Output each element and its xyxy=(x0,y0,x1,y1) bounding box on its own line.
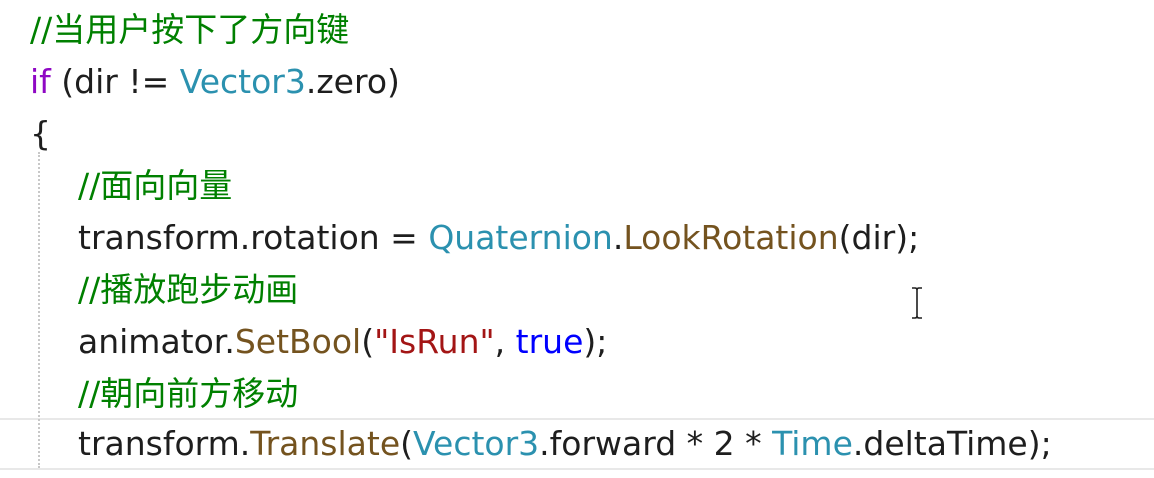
code-text: transform.rotation = xyxy=(78,218,429,257)
method-name: SetBool xyxy=(234,322,362,361)
code-text: (dir != xyxy=(50,62,180,101)
code-line-2[interactable]: if (dir != Vector3.zero) xyxy=(30,56,400,108)
code-text: ( xyxy=(361,322,375,361)
code-text: . xyxy=(612,218,624,257)
code-text: transform. xyxy=(78,424,251,463)
code-text: , xyxy=(494,322,516,361)
comment: //当用户按下了方向键 xyxy=(30,10,350,49)
type-name: Quaternion xyxy=(428,218,613,257)
type-name: Time xyxy=(772,424,853,463)
text-cursor-ibeam-icon xyxy=(912,287,922,319)
keyword-if: if xyxy=(30,62,51,101)
code-line-8[interactable]: //朝向前方移动 xyxy=(78,368,298,420)
code-text: animator. xyxy=(78,322,235,361)
code-line-9[interactable]: transform.Translate(Vector3.forward * 2 … xyxy=(78,418,1052,470)
code-line-4[interactable]: //面向向量 xyxy=(78,160,232,212)
code-line-3[interactable]: { xyxy=(30,108,51,160)
code-text: ( xyxy=(400,424,413,463)
comment: //面向向量 xyxy=(78,166,233,205)
code-text: (dir); xyxy=(838,218,920,257)
code-line-1[interactable]: //当用户按下了方向键 xyxy=(30,4,349,56)
code-line-6[interactable]: //播放跑步动画 xyxy=(78,264,298,316)
type-name: Vector3 xyxy=(179,62,306,101)
code-text: .deltaTime); xyxy=(852,424,1052,463)
code-text: .forward * 2 * xyxy=(539,424,773,463)
code-text: ); xyxy=(583,322,608,361)
open-brace: { xyxy=(30,114,51,153)
method-name: LookRotation xyxy=(623,218,839,257)
indent-guide xyxy=(38,152,40,468)
string-literal: "IsRun" xyxy=(374,322,495,361)
code-line-5[interactable]: transform.rotation = Quaternion.LookRota… xyxy=(78,212,919,264)
code-text: .zero) xyxy=(305,62,400,101)
method-name: Translate xyxy=(250,424,401,463)
code-line-7[interactable]: animator.SetBool("IsRun", true); xyxy=(78,316,607,368)
type-name: Vector3 xyxy=(413,424,540,463)
comment: //朝向前方移动 xyxy=(78,374,299,413)
code-editor[interactable]: //当用户按下了方向键 if (dir != Vector3.zero) { /… xyxy=(0,0,1154,478)
comment: //播放跑步动画 xyxy=(78,270,299,309)
keyword-true: true xyxy=(515,322,584,361)
